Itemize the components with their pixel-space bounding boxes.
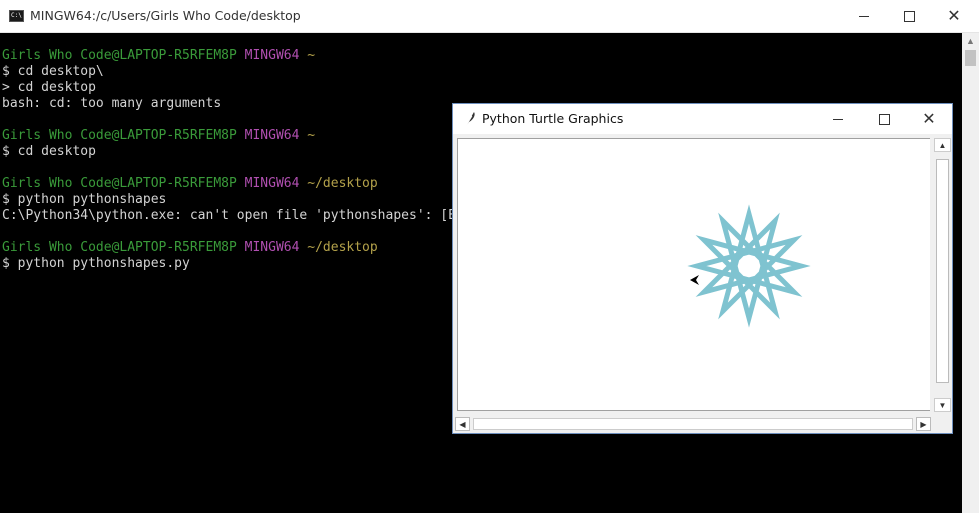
terminal-text: $ python pythonshapes	[2, 192, 167, 207]
turtle-titlebar[interactable]: Python Turtle Graphics ✕	[453, 104, 952, 134]
scroll-right-arrow-icon[interactable]: ▶	[916, 417, 931, 431]
scroll-up-arrow-icon[interactable]: ▲	[962, 33, 979, 49]
turtle-drawing	[687, 204, 811, 328]
terminal-scrollbar[interactable]: ▲	[962, 33, 979, 513]
feather-icon	[465, 112, 475, 127]
terminal-text: bash: cd: too many arguments	[2, 96, 222, 111]
close-icon: ✕	[947, 6, 961, 25]
prompt-host: MINGW64	[244, 176, 300, 191]
prompt-user: Girls Who Code@LAPTOP-R5RFEM8P	[2, 176, 237, 191]
canvas-vertical-scrollbar[interactable]: ▲ ▼	[934, 136, 951, 414]
close-button[interactable]: ✕	[931, 0, 977, 32]
turtle-canvas[interactable]	[457, 138, 930, 411]
vertical-scroll-thumb[interactable]	[936, 159, 949, 383]
prompt-path: ~	[307, 48, 316, 63]
close-icon: ✕	[922, 109, 936, 128]
horizontal-scroll-thumb[interactable]	[473, 418, 913, 430]
turtle-window-title: Python Turtle Graphics	[482, 111, 624, 126]
prompt-user: Girls Who Code@LAPTOP-R5RFEM8P	[2, 240, 237, 255]
scroll-left-arrow-icon[interactable]: ◀	[455, 417, 470, 431]
prompt-host: MINGW64	[244, 128, 300, 143]
resize-grip[interactable]	[934, 416, 951, 432]
terminal-title: MINGW64:/c/Users/Girls Who Code/desktop	[30, 8, 301, 23]
minimize-icon	[833, 118, 843, 120]
terminal-line: $ cd desktop\	[2, 64, 714, 80]
console-icon	[9, 10, 24, 22]
minimize-icon	[859, 15, 869, 17]
maximize-button[interactable]	[886, 0, 932, 32]
turtle-minimize-button[interactable]	[815, 103, 861, 135]
prompt-user: Girls Who Code@LAPTOP-R5RFEM8P	[2, 128, 237, 143]
prompt-path: ~/desktop	[307, 240, 378, 255]
minimize-button[interactable]	[841, 0, 887, 32]
turtle-maximize-button[interactable]	[861, 103, 907, 135]
scrollbar-thumb[interactable]	[965, 50, 976, 66]
turtle-close-button[interactable]: ✕	[906, 103, 952, 135]
turtle-graphics-window[interactable]: Python Turtle Graphics ✕ ▲ ▼ ◀ ▶	[452, 103, 953, 434]
terminal-line: Girls Who Code@LAPTOP-R5RFEM8P MINGW64 ~	[2, 48, 714, 64]
maximize-icon	[878, 113, 890, 125]
terminal-line: > cd desktop	[2, 80, 714, 96]
terminal-text: $ cd desktop	[2, 144, 96, 159]
prompt-host: MINGW64	[244, 240, 300, 255]
terminal-text: $ python pythonshapes.py	[2, 256, 190, 271]
canvas-horizontal-scrollbar[interactable]: ◀ ▶	[455, 416, 931, 432]
terminal-text: $ cd desktop\	[2, 64, 104, 79]
turtle-cursor-icon	[690, 275, 699, 285]
terminal-text: > cd desktop	[2, 80, 96, 95]
star-shape	[687, 204, 811, 328]
maximize-icon	[903, 10, 915, 22]
prompt-path: ~/desktop	[307, 176, 378, 191]
scroll-up-arrow-icon[interactable]: ▲	[934, 138, 951, 152]
prompt-user: Girls Who Code@LAPTOP-R5RFEM8P	[2, 48, 237, 63]
scroll-down-arrow-icon[interactable]: ▼	[934, 398, 951, 412]
terminal-titlebar[interactable]: MINGW64:/c/Users/Girls Who Code/desktop …	[0, 0, 979, 33]
prompt-path: ~	[307, 128, 316, 143]
prompt-host: MINGW64	[244, 48, 300, 63]
